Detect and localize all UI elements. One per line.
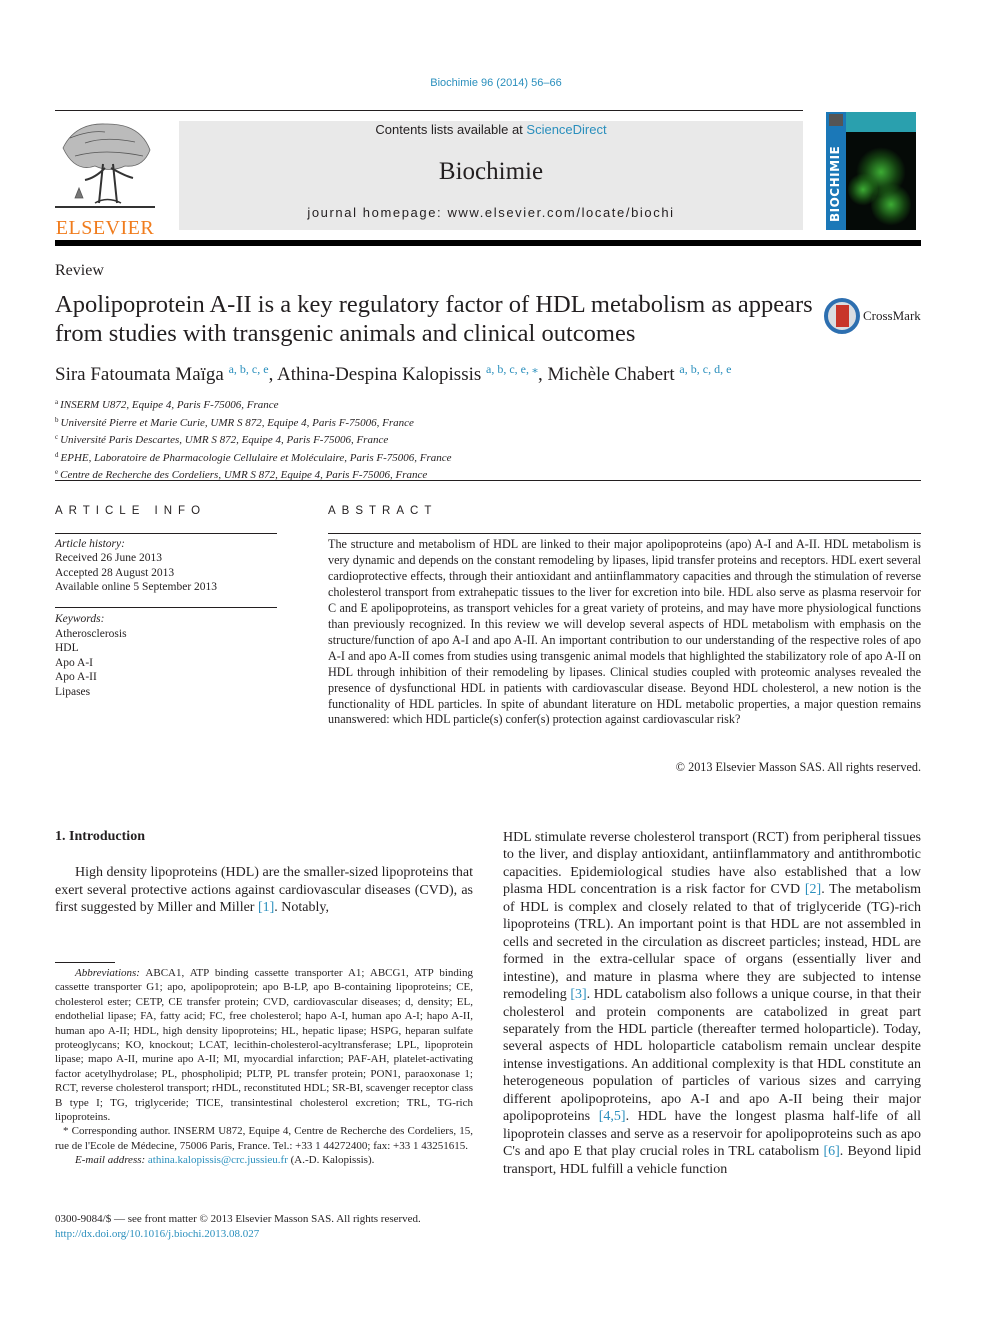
author-name: Athina-Despina Kalopissis	[277, 364, 482, 385]
abstract-text: The structure and metabolism of HDL are …	[328, 537, 921, 727]
crossmark-button[interactable]: CrossMark	[824, 296, 924, 336]
cover-topbar	[846, 112, 916, 132]
intro-paragraph: High density lipoproteins (HDL) are the …	[55, 864, 473, 917]
article-history-label: Article history:	[55, 538, 125, 550]
abbreviations-footnote: Abbreviations: ABCA1, ATP binding casset…	[55, 966, 473, 1124]
keyword-item: Apo A-I	[55, 656, 94, 669]
keywords: Keywords: Atherosclerosis HDL Apo A-I Ap…	[55, 612, 127, 699]
keywords-rule	[55, 607, 277, 608]
front-matter: 0300-9084/$ — see front matter © 2013 El…	[55, 1212, 421, 1242]
author-separator: ,	[538, 364, 548, 385]
email-link[interactable]: athina.kalopissis@crc.jussieu.fr	[148, 1154, 288, 1166]
crossmark-icon	[824, 298, 860, 334]
header-thick-rule	[55, 240, 921, 246]
email-label: E-mail address:	[75, 1154, 146, 1167]
affiliation-text: INSERM U872, Equipe 4, Paris F-75006, Fr…	[60, 399, 279, 411]
affiliation-mark: d	[55, 450, 59, 459]
author-affiliation-links[interactable]: a, b, c, e, ⁎	[486, 362, 538, 376]
issn-line: 0300-9084/$ — see front matter © 2013 El…	[55, 1213, 421, 1225]
sciencedirect-link[interactable]: ScienceDirect	[526, 122, 606, 137]
author-affiliation-links[interactable]: a, b, c, d, e	[679, 362, 731, 376]
intro-text: . Notably,	[274, 900, 329, 916]
email-suffix: (A.-D. Kalopissis).	[287, 1154, 375, 1167]
footnote-rule	[55, 962, 115, 963]
history-accepted: Accepted 28 August 2013	[55, 566, 175, 579]
corresponding-author-footnote: * Corresponding author. INSERM U872, Equ…	[55, 1125, 473, 1152]
author-name: Michèle Chabert	[547, 364, 675, 385]
keyword-item: Apo A-II	[55, 671, 97, 683]
section-divider	[55, 480, 921, 481]
intro-paragraph-continued: HDL stimulate reverse cholesterol transp…	[503, 829, 921, 1178]
author-separator: ,	[268, 364, 278, 385]
affiliation-text: Université Paris Descartes, UMR S 872, E…	[60, 434, 389, 446]
abstract-heading: ABSTRACT	[328, 505, 438, 517]
elsevier-wordmark: ELSEVIER	[55, 217, 155, 239]
contents-prefix: Contents lists available at	[375, 122, 527, 137]
affiliation-mark: e	[55, 468, 59, 476]
cover-logo-icon	[829, 114, 843, 126]
cover-image-detail	[848, 172, 878, 207]
intro-text: . The metabolism of HDL is complex and c…	[503, 882, 922, 1003]
affiliation-item: a INSERM U872, Equipe 4, Paris F-75006, F…	[55, 395, 452, 413]
elsevier-tree-icon	[55, 123, 155, 208]
journal-citation-link[interactable]: Biochimie 96 (2014) 56–66	[0, 77, 992, 89]
doi-link[interactable]: http://dx.doi.org/10.1016/j.biochi.2013.…	[55, 1227, 421, 1242]
footnotes: Abbreviations: ABCA1, ATP binding casset…	[55, 966, 473, 1168]
cover-spine-text: BIOCHIMIE	[828, 145, 842, 222]
history-received: Received 26 June 2013	[55, 552, 162, 565]
author-name: Sira Fatoumata Maïga	[55, 364, 224, 385]
abstract-copyright: © 2013 Elsevier Masson SAS. All rights r…	[675, 760, 921, 774]
article-info-heading: ARTICLE INFO	[55, 505, 207, 517]
affiliation-list: a INSERM U872, Equipe 4, Paris F-75006, F…	[55, 395, 452, 483]
affiliation-item: c Université Paris Descartes, UMR S 872, …	[55, 430, 452, 448]
citation-link[interactable]: [2]	[805, 882, 821, 897]
history-online: Available online 5 September 2013	[55, 580, 218, 593]
keyword-item: Atherosclerosis	[55, 627, 127, 640]
article-type: Review	[55, 262, 104, 279]
author-affiliation-links[interactable]: a, b, c, e	[229, 362, 269, 376]
affiliation-mark: a	[55, 398, 59, 406]
affiliation-text: Université Pierre et Marie Curie, UMR S …	[60, 416, 414, 429]
elsevier-logo[interactable]: ELSEVIER	[55, 118, 155, 239]
keyword-item: Lipases	[55, 685, 91, 698]
article-history: Article history: Received 26 June 2013 A…	[55, 537, 217, 594]
affiliation-text: EPHE, Laboratoire de Pharmacologie Cellu…	[60, 451, 452, 464]
email-footnote: E-mail address: athina.kalopissis@crc.ju…	[55, 1153, 473, 1167]
keywords-label: Keywords:	[55, 613, 105, 625]
citation-link[interactable]: [1]	[258, 900, 274, 915]
journal-homepage[interactable]: journal homepage: www.elsevier.com/locat…	[179, 205, 803, 221]
author-list: Sira Fatoumata Maïga a, b, c, e, Athina-…	[55, 362, 731, 386]
journal-cover-thumbnail[interactable]: BIOCHIMIE	[826, 112, 916, 230]
section-heading-introduction: 1. Introduction	[55, 829, 145, 844]
article-info-rule	[55, 533, 277, 534]
abbreviations-label: Abbreviations:	[75, 967, 140, 979]
crossmark-label: CrossMark	[863, 308, 921, 323]
intro-text: . HDL catabolism also follows a unique c…	[503, 987, 921, 1125]
contents-line: Contents lists available at ScienceDirec…	[179, 122, 803, 138]
affiliation-item: b Université Pierre et Marie Curie, UMR S…	[55, 413, 452, 431]
citation-link[interactable]: [3]	[570, 987, 586, 1002]
affiliation-mark: c	[55, 433, 59, 441]
article-title: Apolipoprotein A-II is a key regulatory …	[55, 291, 813, 347]
journal-masthead: Contents lists available at ScienceDirec…	[179, 121, 803, 230]
affiliation-mark: b	[55, 415, 59, 424]
citation-link[interactable]: [4,5]	[599, 1109, 626, 1124]
affiliation-item: d EPHE, Laboratoire de Pharmacologie Cell…	[55, 448, 452, 466]
abbreviations-text: ABCA1, ATP binding cassette transporter …	[55, 967, 473, 1124]
keyword-item: HDL	[55, 642, 79, 654]
journal-title: Biochimie	[438, 158, 544, 185]
abstract-rule	[328, 533, 921, 534]
header-rule	[55, 110, 803, 111]
citation-link[interactable]: [6]	[823, 1144, 839, 1159]
